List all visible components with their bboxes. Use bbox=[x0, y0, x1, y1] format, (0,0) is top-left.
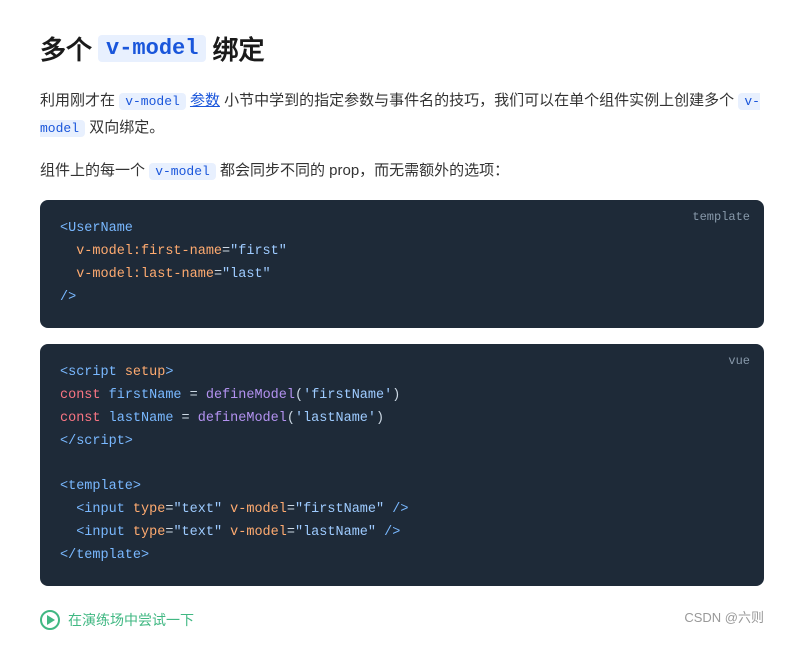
prose-paragraph-2: 组件上的每一个 v-model 都会同步不同的 prop，而无需额外的选项： bbox=[40, 157, 764, 184]
prose1-middle: 小节中学到的指定参数与事件名的技巧，我们可以在单个组件实例上创建多个 bbox=[224, 92, 734, 109]
code-content-vue: <script setup> const firstName = defineM… bbox=[40, 344, 764, 586]
code-content-template: <UserName v-model:first-name="first" v-m… bbox=[40, 200, 764, 328]
page-title: 多个 v-model 绑定 bbox=[40, 30, 764, 67]
title-highlight: v-model bbox=[98, 35, 206, 62]
prose1-code1: v-model bbox=[119, 93, 186, 110]
prose1-link[interactable]: 参数 bbox=[190, 92, 220, 109]
code-lang-vue: vue bbox=[728, 354, 750, 368]
prose2-after: 都会同步不同的 prop，而无需额外的选项： bbox=[220, 162, 509, 179]
prose2-before: 组件上的每一个 bbox=[40, 162, 145, 179]
code-lang-template: template bbox=[692, 210, 750, 224]
prose-paragraph-1: 利用刚才在 v-model 参数 小节中学到的指定参数与事件名的技巧，我们可以在… bbox=[40, 87, 764, 141]
play-icon bbox=[40, 610, 60, 630]
playground-link[interactable]: 在演练场中尝试一下 bbox=[40, 610, 194, 630]
code-block-template: template <UserName v-model:first-name="f… bbox=[40, 200, 764, 328]
title-prefix: 多个 bbox=[40, 30, 92, 67]
prose1-before: 利用刚才在 bbox=[40, 92, 115, 109]
prose1-after: 双向绑定。 bbox=[89, 119, 164, 136]
playground-label: 在演练场中尝试一下 bbox=[68, 610, 194, 630]
code-block-vue: vue <script setup> const firstName = def… bbox=[40, 344, 764, 586]
title-suffix: 绑定 bbox=[212, 30, 264, 67]
prose2-code: v-model bbox=[149, 163, 216, 180]
footer-credit: CSDN @六则 bbox=[684, 607, 764, 626]
footer-row: 在演练场中尝试一下 CSDN @六则 bbox=[40, 602, 764, 630]
